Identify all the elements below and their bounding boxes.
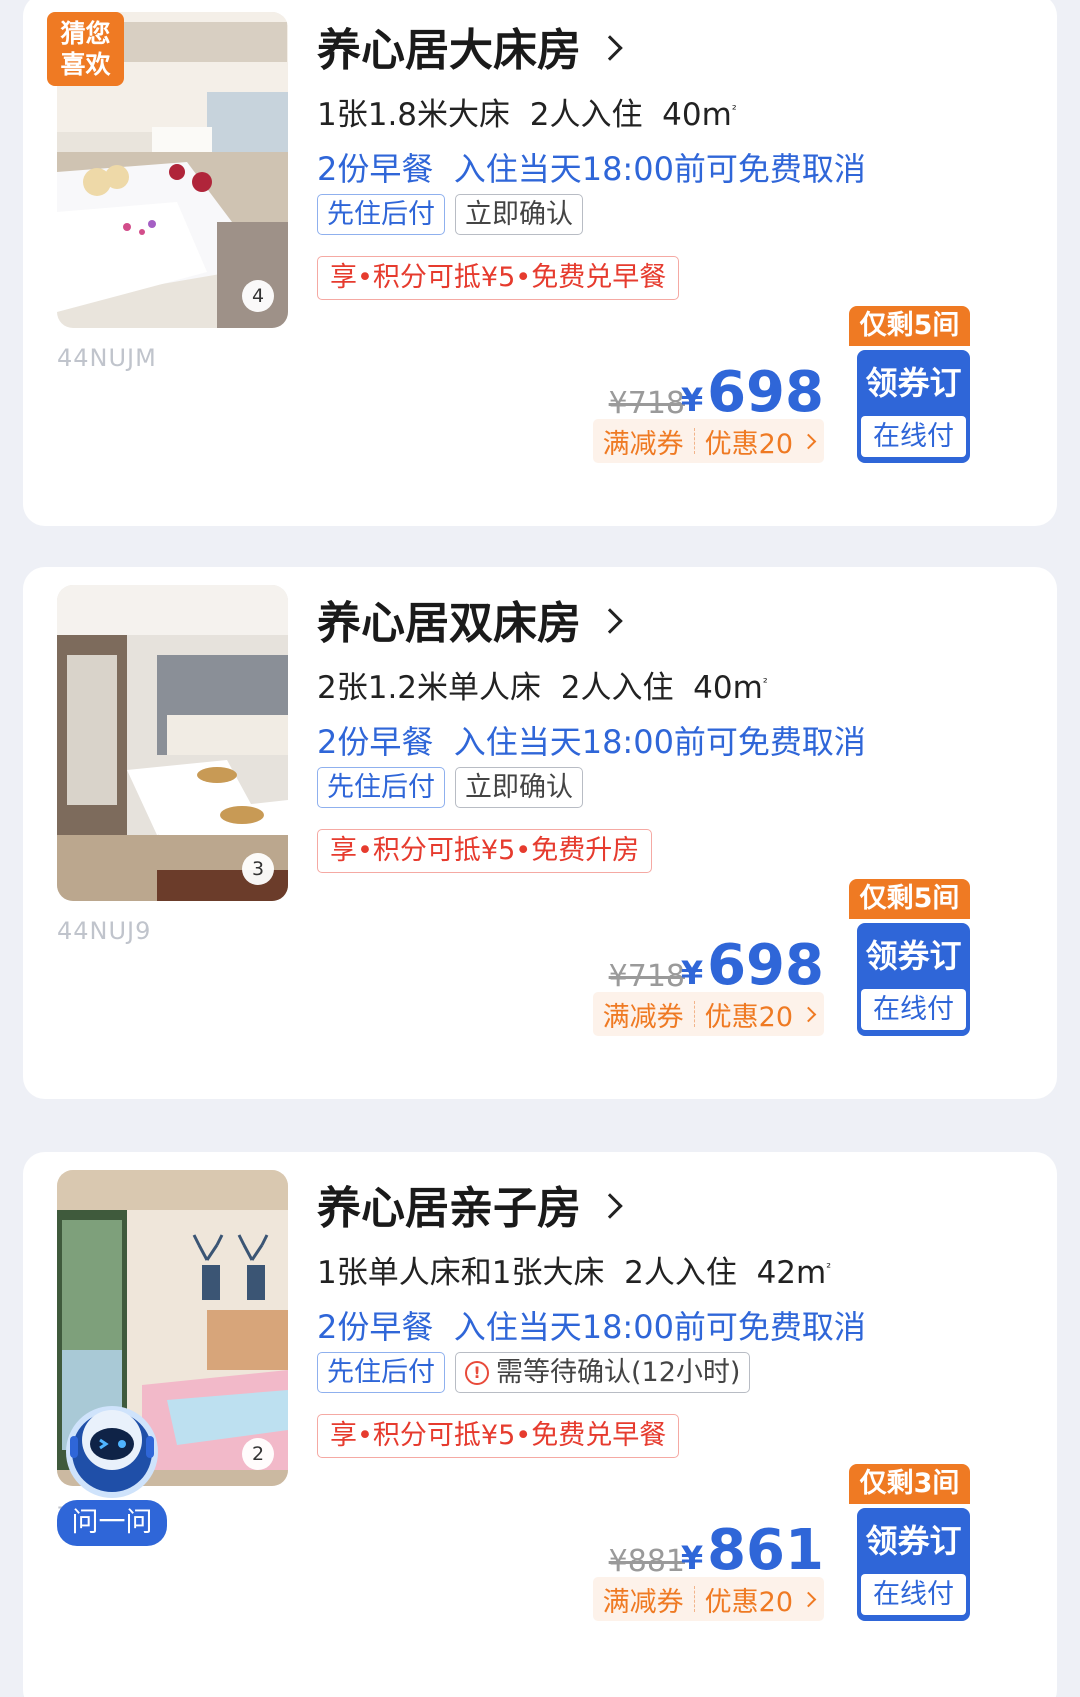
- book-button[interactable]: 领券订 在线付: [857, 350, 970, 463]
- chevron-right-icon: [800, 433, 817, 449]
- breakfast-cancel-info: 2份早餐 入住当天18:00前可免费取消: [317, 1308, 866, 1346]
- tag-row: 先住后付 立即确认: [317, 767, 583, 808]
- room-code: 44NUJM: [57, 344, 157, 372]
- breakfast-cancel-info: 2份早餐 入住当天18:00前可免费取消: [317, 150, 866, 188]
- tag-pay-later: 先住后付: [317, 767, 445, 808]
- tag-pending-confirm: ! 需等待确认(12小时): [455, 1352, 751, 1393]
- area-unit-superscript: ²: [731, 102, 737, 117]
- original-price: ¥881: [608, 1544, 685, 1579]
- bed-info: 1张1.8米大床 2人入住 40m²: [317, 89, 737, 134]
- pay-online-label: 在线付: [861, 416, 966, 457]
- image-count-badge: 2: [242, 1438, 274, 1470]
- bed-info-text: 1张1.8米大床 2人入住 40m: [317, 97, 732, 133]
- original-price: ¥718: [608, 959, 685, 994]
- coupon-divider: [693, 1001, 695, 1027]
- promo-banner: 享•积分可抵¥5•免费兑早餐: [317, 1414, 680, 1458]
- bed-info: 2张1.2米单人床 2人入住 40m²: [317, 662, 768, 707]
- guess-you-like-badge: 猜您 喜欢: [47, 12, 124, 86]
- rooms-remaining-badge: 仅剩3间: [849, 1464, 970, 1504]
- room-title: 养心居亲子房: [317, 1183, 581, 1234]
- coupon-label: 满减券: [602, 428, 684, 460]
- room-title: 养心居双床房: [317, 598, 581, 649]
- bed-info: 1张单人床和1张大床 2人入住 42m²: [317, 1247, 831, 1292]
- coupon-strip[interactable]: 满减券 优惠20: [592, 1577, 824, 1621]
- chevron-right-icon: [800, 1006, 817, 1022]
- currency-symbol: ¥: [680, 1539, 704, 1577]
- tag-row: 先住后付 立即确认: [317, 194, 583, 235]
- bed-info-text: 1张单人床和1张大床 2人入住 42m: [317, 1255, 827, 1291]
- coupon-strip[interactable]: 满减券 优惠20: [592, 419, 824, 463]
- current-price: ¥698: [681, 933, 824, 998]
- pay-online-label: 在线付: [861, 1574, 966, 1615]
- coupon-label: 满减券: [602, 1586, 684, 1618]
- room-title-link[interactable]: 养心居大床房: [317, 14, 623, 78]
- promo-banner: 享•积分可抵¥5•免费兑早餐: [317, 256, 680, 300]
- pay-online-label: 在线付: [861, 989, 966, 1030]
- coupon-strip[interactable]: 满减券 优惠20: [592, 992, 824, 1036]
- coupon-divider: [693, 428, 695, 454]
- original-price: ¥718: [608, 386, 685, 421]
- ask-assistant-button[interactable]: 问一问: [57, 1400, 167, 1548]
- chevron-right-icon: [597, 608, 623, 634]
- currency-symbol: ¥: [680, 954, 704, 992]
- price-value: 698: [707, 360, 824, 425]
- room-title-link[interactable]: 养心居双床房: [317, 587, 623, 651]
- coupon-discount: 优惠20: [704, 428, 793, 460]
- coupon-discount: 优惠20: [704, 1586, 793, 1618]
- coupon-discount: 优惠20: [704, 1001, 793, 1033]
- alert-circle-icon: !: [465, 1360, 489, 1385]
- current-price: ¥861: [681, 1518, 824, 1583]
- breakfast-cancel-info: 2份早餐 入住当天18:00前可免费取消: [317, 723, 866, 761]
- room-card[interactable]: 猜您 喜欢 4 44NUJM 养心居大床房 1张1.8米大床 2人入住 40m²…: [23, 0, 1057, 526]
- tag-row: 先住后付 ! 需等待确认(12小时): [317, 1352, 751, 1393]
- promo-banner: 享•积分可抵¥5•免费升房: [317, 829, 653, 873]
- room-code: 44NUJ9: [57, 917, 152, 945]
- book-button-label: 领券订: [865, 937, 962, 975]
- tag-pay-later: 先住后付: [317, 194, 445, 235]
- price-value: 698: [707, 933, 824, 998]
- current-price: ¥698: [681, 360, 824, 425]
- coupon-label: 满减券: [602, 1001, 684, 1033]
- room-title-link[interactable]: 养心居亲子房: [317, 1172, 623, 1236]
- tag-instant-confirm: 立即确认: [455, 194, 583, 235]
- area-unit-superscript: ²: [762, 675, 768, 690]
- book-button[interactable]: 领券订 在线付: [857, 923, 970, 1036]
- robot-assistant-icon: [66, 1406, 158, 1498]
- room-photo[interactable]: 3: [57, 585, 288, 901]
- chevron-right-icon: [800, 1591, 817, 1607]
- bed-info-text: 2张1.2米单人床 2人入住 40m: [317, 670, 763, 706]
- rooms-remaining-badge: 仅剩5间: [849, 306, 970, 346]
- rooms-remaining-badge: 仅剩5间: [849, 879, 970, 919]
- chevron-right-icon: [597, 1193, 623, 1219]
- room-title: 养心居大床房: [317, 25, 581, 76]
- currency-symbol: ¥: [680, 381, 704, 419]
- tag-instant-confirm: 立即确认: [455, 767, 583, 808]
- image-count-badge: 4: [242, 280, 274, 312]
- image-count-badge: 3: [242, 853, 274, 885]
- area-unit-superscript: ²: [826, 1260, 832, 1275]
- room-card[interactable]: 2 Z 养心居亲子房 1张单人床和1张大床 2人入住 42m² 2份早餐 入住当…: [23, 1152, 1057, 1697]
- ask-label: 问一问: [57, 1500, 167, 1546]
- book-button-label: 领券订: [865, 364, 962, 402]
- coupon-divider: [693, 1586, 695, 1612]
- tag-pending-confirm-label: 需等待确认(12小时): [496, 1357, 741, 1388]
- tag-pay-later: 先住后付: [317, 1352, 445, 1393]
- book-button[interactable]: 领券订 在线付: [857, 1508, 970, 1621]
- price-value: 861: [707, 1518, 824, 1583]
- room-card[interactable]: 3 44NUJ9 养心居双床房 2张1.2米单人床 2人入住 40m² 2份早餐…: [23, 567, 1057, 1099]
- book-button-label: 领券订: [865, 1522, 962, 1560]
- chevron-right-icon: [597, 35, 623, 61]
